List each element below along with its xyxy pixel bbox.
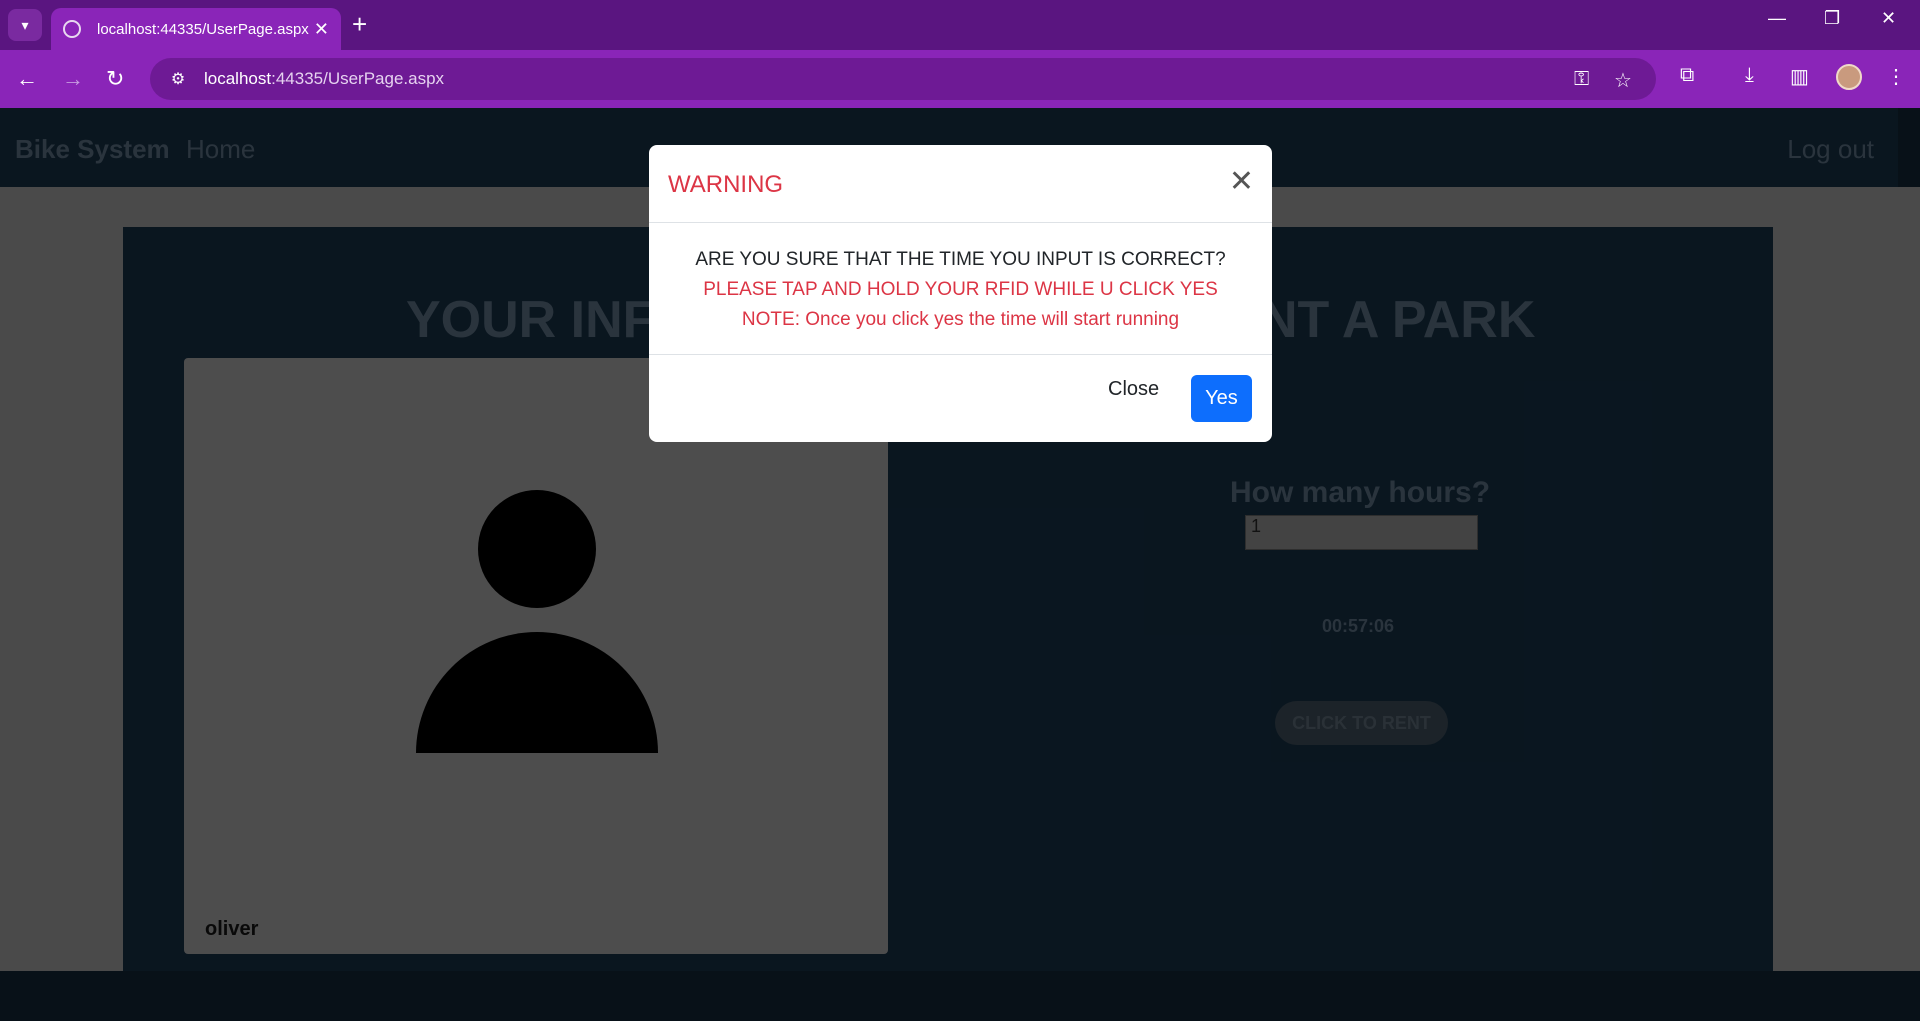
tab-close-icon[interactable]: ✕ — [314, 19, 329, 40]
extensions-icon[interactable]: ⧉ — [1680, 64, 1694, 87]
reload-icon[interactable]: ↻ — [106, 66, 124, 92]
globe-icon — [63, 20, 81, 38]
menu-kebab-icon[interactable]: ⋮ — [1886, 64, 1906, 89]
modal-close-button[interactable]: Close — [1108, 378, 1159, 401]
browser-tab-bar: ▾ localhost:44335/UserPage.aspx ✕ + — ❐ … — [0, 0, 1920, 50]
tab-search-chevron-icon[interactable]: ▾ — [8, 9, 42, 41]
key-icon[interactable]: ⚿ — [1574, 68, 1589, 91]
new-tab-plus-icon[interactable]: + — [352, 10, 367, 38]
address-bar[interactable]: ⚙ localhost:44335/UserPage.aspx ⚿ ☆ — [150, 58, 1656, 100]
modal-question: ARE YOU SURE THAT THE TIME YOU INPUT IS … — [695, 249, 1226, 270]
close-icon[interactable]: ✕ — [1229, 167, 1254, 197]
modal-yes-button[interactable]: Yes — [1191, 375, 1252, 422]
back-arrow-icon[interactable]: ← — [16, 66, 38, 92]
warning-modal: WARNING ✕ ARE YOU SURE THAT THE TIME YOU… — [649, 145, 1272, 442]
minimize-icon[interactable]: — — [1768, 8, 1786, 29]
modal-body: ARE YOU SURE THAT THE TIME YOU INPUT IS … — [649, 223, 1272, 355]
browser-toolbar: ← → ↻ ⚙ localhost:44335/UserPage.aspx ⚿ … — [0, 50, 1920, 108]
bookmark-star-icon[interactable]: ☆ — [1614, 68, 1632, 93]
tab-title: localhost:44335/UserPage.aspx — [97, 20, 309, 38]
modal-header: WARNING ✕ — [649, 145, 1272, 223]
side-panel-icon[interactable]: ▥ — [1790, 64, 1809, 89]
browser-tab-active[interactable]: localhost:44335/UserPage.aspx ✕ — [51, 8, 341, 50]
restore-icon[interactable]: ❐ — [1824, 8, 1840, 29]
site-info-icon[interactable]: ⚙ — [164, 65, 192, 93]
download-icon[interactable]: ⤓ — [1745, 64, 1754, 87]
modal-note: NOTE: Once you click yes the time will s… — [741, 309, 1180, 330]
forward-arrow-icon[interactable]: → — [62, 66, 84, 92]
window-close-icon[interactable]: ✕ — [1881, 8, 1896, 29]
profile-avatar[interactable] — [1836, 64, 1862, 90]
modal-title: WARNING — [668, 171, 784, 198]
address-url: localhost:44335/UserPage.aspx — [204, 69, 445, 88]
modal-rfid-instruction: PLEASE TAP AND HOLD YOUR RFID WHILE U CL… — [703, 279, 1218, 300]
